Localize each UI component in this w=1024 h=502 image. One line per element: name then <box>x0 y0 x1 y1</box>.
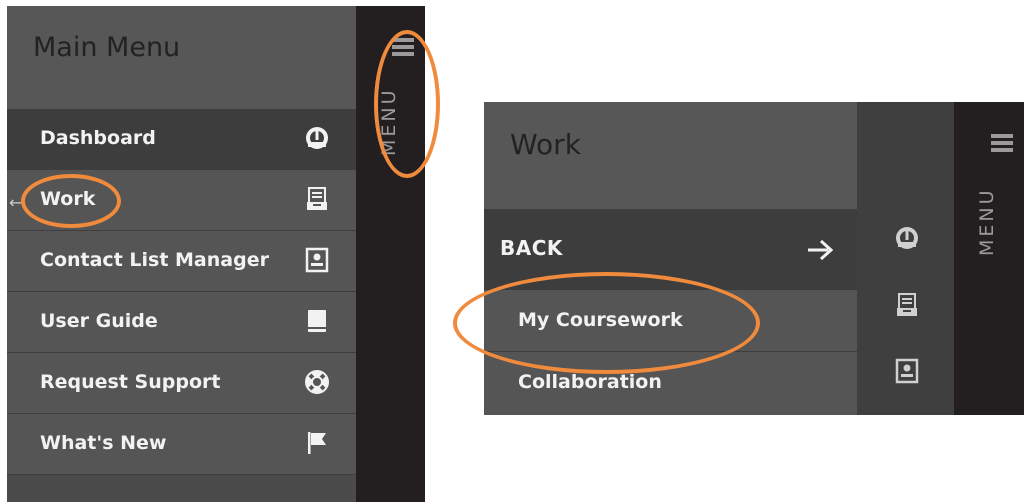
menu-item-label: Request Support <box>40 371 221 393</box>
menu-item-dashboard[interactable]: Dashboard <box>7 109 356 170</box>
work-submenu-title: Work <box>510 128 581 161</box>
dashboard-gauge-icon[interactable] <box>894 225 920 251</box>
work-tray-icon <box>307 187 327 210</box>
hamburger-icon[interactable] <box>991 134 1013 152</box>
submenu-item-collaboration[interactable]: Collaboration <box>484 352 857 415</box>
lifebuoy-icon <box>305 370 329 394</box>
main-menu-header: Main Menu <box>7 6 356 109</box>
menu-item-label: User Guide <box>40 310 158 332</box>
contact-card-icon[interactable] <box>894 358 920 384</box>
submenu-item-label: My Coursework <box>518 309 683 331</box>
left-arrow-icon: ← <box>9 193 23 212</box>
submenu-item-my-coursework[interactable]: My Coursework <box>484 290 857 352</box>
menu-rail[interactable]: MENU <box>954 102 1024 415</box>
hamburger-icon[interactable] <box>392 38 414 56</box>
menu-item-label: Contact List Manager <box>40 249 269 271</box>
menu-item-label: Dashboard <box>40 127 156 149</box>
book-icon <box>308 310 326 332</box>
main-menu-title: Main Menu <box>33 32 181 63</box>
menu-item-user-guide[interactable]: User Guide <box>7 292 356 353</box>
collapsed-icon-column <box>857 102 954 415</box>
menu-item-label: What's New <box>40 432 167 454</box>
main-menu-panel: Main Menu Dashboard Work Contact List Ma <box>7 6 425 502</box>
work-submenu-panel: Work BACK My Coursework Collaboration ME… <box>484 102 1024 415</box>
main-menu-list: Main Menu Dashboard Work Contact List Ma <box>7 6 356 502</box>
submenu-item-label: Collaboration <box>518 371 662 393</box>
arrow-right-icon <box>808 239 833 261</box>
work-tray-icon[interactable] <box>894 292 920 318</box>
dashboard-gauge-icon <box>306 127 328 149</box>
menu-vertical-label[interactable]: MENU <box>378 87 400 156</box>
back-button[interactable]: BACK <box>484 209 857 290</box>
menu-item-label: Work <box>40 188 96 210</box>
back-label: BACK <box>500 236 563 260</box>
work-submenu-header: Work <box>484 102 857 209</box>
work-submenu-list: Work BACK My Coursework Collaboration <box>484 102 857 415</box>
menu-rail[interactable]: MENU <box>356 6 425 502</box>
menu-item-work[interactable]: Work <box>7 170 356 231</box>
contact-card-icon <box>305 247 329 273</box>
flag-icon <box>308 432 326 454</box>
menu-item-whats-new[interactable]: What's New <box>7 414 356 475</box>
menu-item-contact-list-manager[interactable]: Contact List Manager <box>7 231 356 292</box>
menu-item-request-support[interactable]: Request Support <box>7 353 356 414</box>
menu-vertical-label[interactable]: MENU <box>976 187 998 256</box>
